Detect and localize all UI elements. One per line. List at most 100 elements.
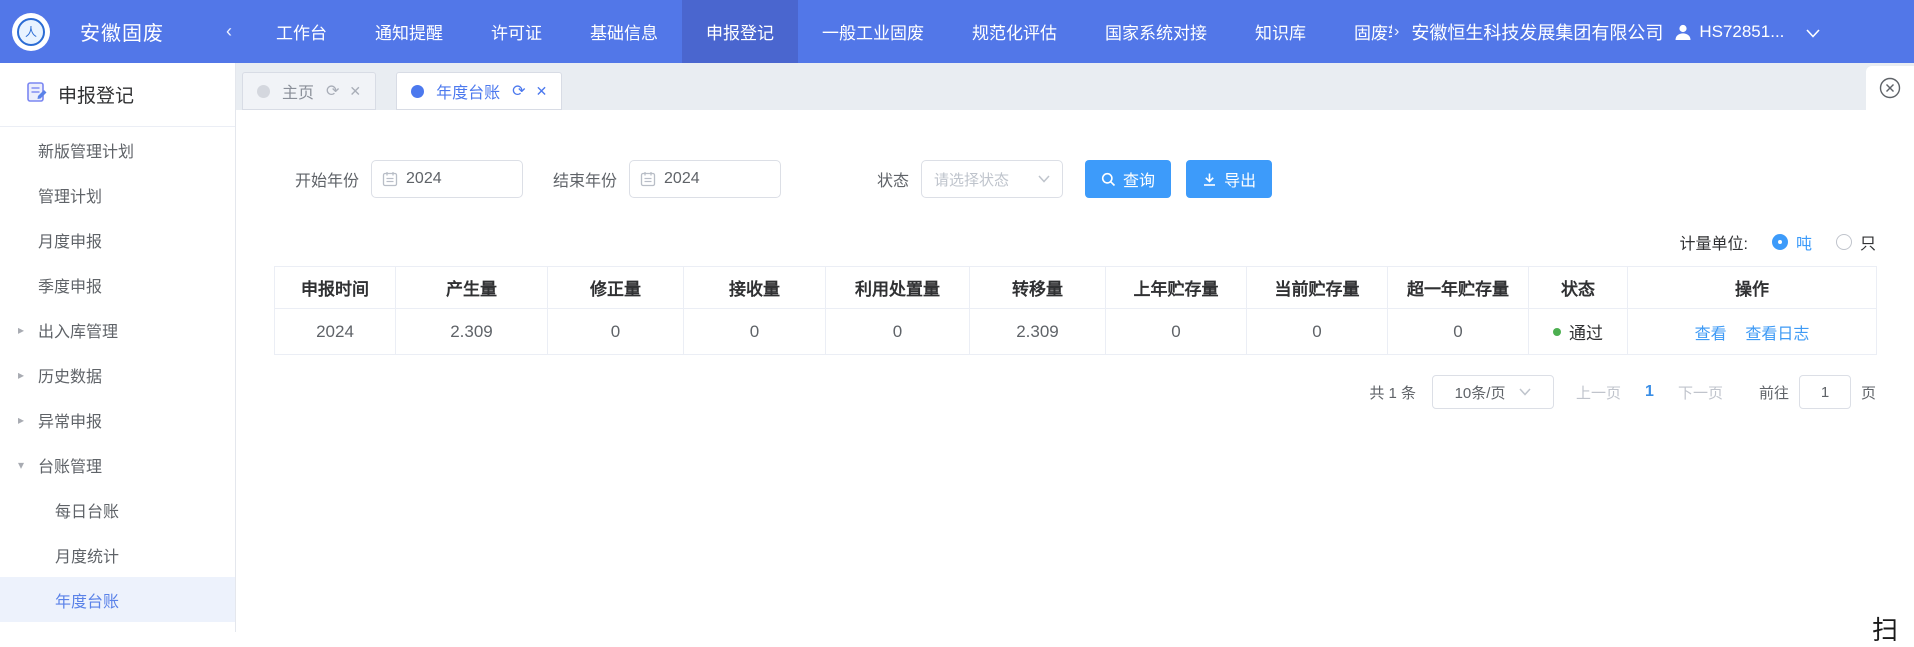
nav-item-national-system[interactable]: 国家系统对接 — [1081, 0, 1231, 63]
goto-unit-label: 页 — [1861, 382, 1876, 403]
sidebar-item-inout-storage[interactable]: ▸出入库管理 — [0, 307, 235, 352]
status-select[interactable]: 请选择状态 — [921, 160, 1063, 198]
tab-refresh-icon[interactable]: ⟳ — [326, 81, 339, 101]
table-header-row: 申报时间 产生量 修正量 接收量 利用处置量 转移量 上年贮存量 当前贮存量 超… — [275, 267, 1877, 309]
collapsed-arrow-icon[interactable]: ▸ — [18, 323, 24, 337]
col-status: 状态 — [1529, 267, 1628, 309]
navbar-right: 安徽恒生科技发展集团有限公司 HS72851... — [1411, 19, 1834, 45]
expanded-arrow-icon[interactable]: ▾ — [18, 458, 24, 472]
app-logo-icon: 人 — [12, 13, 50, 51]
start-year-field[interactable] — [371, 160, 523, 198]
nav-item-basic-info[interactable]: 基础信息 — [566, 0, 682, 63]
close-all-tabs-button[interactable] — [1866, 66, 1914, 110]
nav-item-waste-transfer[interactable]: 固废转 — [1330, 0, 1392, 63]
end-year-input[interactable] — [664, 170, 770, 188]
col-utilized-disposed: 利用处置量 — [826, 267, 970, 309]
tab-refresh-icon[interactable]: ⟳ — [512, 81, 525, 101]
nav-menu: 工作台 通知提醒 许可证 基础信息 申报登记 一般工业固废 规范化评估 国家系统… — [252, 0, 1392, 63]
start-year-label: 开始年份 — [295, 167, 359, 191]
username[interactable]: HS72851... — [1699, 22, 1784, 42]
collapsed-arrow-icon[interactable]: ▸ — [18, 413, 24, 427]
end-year-field[interactable] — [629, 160, 781, 198]
user-icon — [1673, 22, 1693, 42]
cell-transferred: 2.309 — [970, 309, 1106, 355]
radio-ton[interactable] — [1772, 234, 1788, 250]
overflow-artifact-text: 扫 — [1872, 610, 1898, 647]
unit-label: 计量单位: — [1680, 230, 1748, 254]
sidebar-item-abnormal-declaration[interactable]: ▸异常申报 — [0, 397, 235, 442]
user-menu-chevron-down-icon[interactable] — [1806, 25, 1820, 43]
end-year-label: 结束年份 — [553, 167, 617, 191]
nav-item-knowledge-base[interactable]: 知识库 — [1231, 0, 1330, 63]
sidebar-item-ledger-management[interactable]: ▾台账管理 — [0, 442, 235, 487]
cell-received: 0 — [684, 309, 826, 355]
col-over-one-year-stored: 超一年贮存量 — [1388, 267, 1529, 309]
radio-ton-label[interactable]: 吨 — [1796, 230, 1812, 254]
annual-ledger-table: 申报时间 产生量 修正量 接收量 利用处置量 转移量 上年贮存量 当前贮存量 超… — [274, 266, 1877, 355]
sidebar-item-management-plan[interactable]: 管理计划 — [0, 172, 235, 217]
calendar-icon — [640, 171, 656, 187]
sidebar-item-history-data[interactable]: ▸历史数据 — [0, 352, 235, 397]
radio-piece[interactable] — [1836, 234, 1852, 250]
col-received: 接收量 — [684, 267, 826, 309]
tab-annual-ledger[interactable]: 年度台账 ⟳ ✕ — [396, 72, 562, 110]
circled-close-icon — [1876, 74, 1904, 102]
page-number-1[interactable]: 1 — [1645, 383, 1654, 401]
chevron-down-icon — [1519, 388, 1531, 396]
sidebar-item-monthly-declaration[interactable]: 月度申报 — [0, 217, 235, 262]
table-row: 2024 2.309 0 0 0 2.309 0 0 0 通过 查看 查看日志 — [275, 309, 1877, 355]
search-icon — [1101, 172, 1116, 187]
sidebar-item-new-management-plan[interactable]: 新版管理计划 — [0, 127, 235, 172]
tab-status-dot — [257, 85, 270, 98]
download-icon — [1202, 172, 1217, 187]
sidebar-item-daily-ledger[interactable]: 每日台账 — [0, 487, 235, 532]
col-current-stored: 当前贮存量 — [1247, 267, 1388, 309]
tab-close-icon[interactable]: ✕ — [536, 83, 548, 100]
nav-item-declaration[interactable]: 申报登记 — [682, 0, 798, 63]
sidebar-item-monthly-stats[interactable]: 月度统计 — [0, 532, 235, 577]
nav-item-license[interactable]: 许可证 — [467, 0, 566, 63]
goto-page-input[interactable] — [1799, 375, 1851, 409]
company-name: 安徽恒生科技发展集团有限公司 — [1411, 19, 1663, 45]
col-transferred: 转移量 — [970, 267, 1106, 309]
sidebar-item-annual-ledger[interactable]: 年度台账 — [0, 577, 235, 622]
page-size-select[interactable]: 10条/页 — [1432, 375, 1554, 409]
sidebar-title: 申报登记 — [58, 81, 134, 108]
nav-item-general-industrial-waste[interactable]: 一般工业固废 — [798, 0, 948, 63]
sidebar-header: 申报登记 — [0, 63, 235, 127]
nav-item-workbench[interactable]: 工作台 — [252, 0, 351, 63]
declaration-doc-icon — [26, 81, 48, 108]
total-count: 共 1 条 — [1369, 382, 1416, 403]
col-declare-time: 申报时间 — [275, 267, 396, 309]
goto-label: 前往 — [1759, 382, 1789, 403]
export-button[interactable]: 导出 — [1186, 160, 1272, 198]
collapsed-arrow-icon[interactable]: ▸ — [18, 368, 24, 382]
nav-item-standard-evaluation[interactable]: 规范化评估 — [948, 0, 1081, 63]
nav-overflow-arrow-icon[interactable]: › — [1394, 23, 1399, 41]
prev-page-button[interactable]: 上一页 — [1576, 382, 1621, 403]
col-corrected: 修正量 — [548, 267, 684, 309]
cell-last-year-stored: 0 — [1106, 309, 1247, 355]
next-page-button[interactable]: 下一页 — [1678, 382, 1723, 403]
tab-close-icon[interactable]: ✕ — [349, 83, 361, 100]
nav-collapse-icon[interactable]: ‹ — [226, 21, 232, 42]
view-log-link[interactable]: 查看日志 — [1745, 326, 1809, 343]
tab-bar: 主页 ⟳ ✕ 年度台账 ⟳ ✕ — [236, 63, 1914, 110]
radio-piece-label[interactable]: 只 — [1860, 230, 1876, 254]
calendar-icon — [382, 171, 398, 187]
sidebar-item-quarterly-declaration[interactable]: 季度申报 — [0, 262, 235, 307]
nav-item-notifications[interactable]: 通知提醒 — [351, 0, 467, 63]
cell-over-one-year-stored: 0 — [1388, 309, 1529, 355]
start-year-input[interactable] — [406, 170, 512, 188]
status-label: 状态 — [877, 167, 909, 191]
search-button[interactable]: 查询 — [1085, 160, 1171, 198]
filter-form: 开始年份 结束年份 状态 请选择状态 查询 — [274, 160, 1876, 198]
pagination: 共 1 条 10条/页 上一页 1 下一页 前往 页 — [274, 375, 1876, 409]
tab-home[interactable]: 主页 ⟳ ✕ — [242, 72, 376, 110]
status-green-dot — [1553, 328, 1561, 336]
chevron-down-icon — [1038, 175, 1050, 183]
cell-actions: 查看 查看日志 — [1628, 309, 1877, 355]
view-link[interactable]: 查看 — [1695, 326, 1727, 343]
app-title: 安徽固废 — [80, 17, 164, 46]
top-navbar: 人 安徽固废 ‹ 工作台 通知提醒 许可证 基础信息 申报登记 一般工业固废 规… — [0, 0, 1914, 63]
